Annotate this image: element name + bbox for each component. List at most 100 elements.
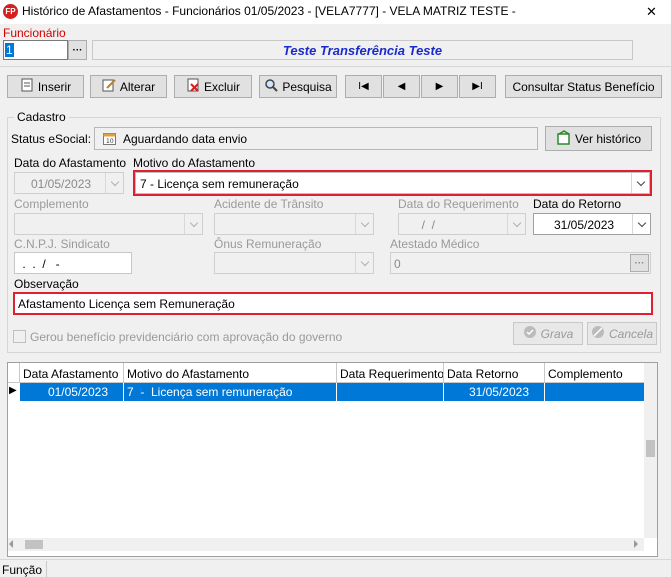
next-record-button[interactable]: ▶ [421, 75, 458, 98]
atestado-label: Atestado Médico [390, 237, 480, 251]
gerou-beneficio-checkbox[interactable] [13, 330, 26, 343]
ver-historico-button[interactable]: Ver histórico [545, 126, 652, 151]
separator-line [0, 66, 671, 67]
cadastro-group-label: Cadastro [14, 110, 69, 124]
cell-complemento [545, 383, 657, 401]
chevron-down-icon [512, 218, 521, 227]
requerimento-label: Data do Requerimento [398, 197, 519, 211]
app-icon: FP [3, 4, 18, 19]
column-header-complemento[interactable]: Complemento [545, 363, 657, 383]
row-indicator: ▶ [9, 385, 17, 396]
motivo-value: 7 - Licença sem remuneração [140, 177, 299, 191]
complemento-dropdown [184, 214, 202, 234]
window-title: Histórico de Afastamentos - Funcionários… [22, 4, 516, 18]
requerimento-value: / / [415, 218, 436, 232]
funcionario-code-field[interactable]: 1 [3, 40, 68, 60]
scroll-right-icon[interactable] [634, 540, 638, 548]
pesquisa-label: Pesquisa [282, 79, 332, 94]
svg-text:10: 10 [106, 138, 114, 145]
column-header-data-afastamento[interactable]: Data Afastamento [20, 363, 124, 383]
consultar-status-button[interactable]: Consultar Status Benefício [505, 75, 662, 98]
check-icon [523, 325, 537, 342]
inserir-button[interactable]: Inserir [7, 75, 84, 98]
alterar-button[interactable]: Alterar [90, 75, 167, 98]
prev-record-button[interactable]: ◀ [383, 75, 420, 98]
onus-dropdown [355, 253, 373, 273]
onus-select [214, 252, 374, 274]
last-record-button[interactable]: ▶I [459, 75, 496, 98]
title-bar: FP Histórico de Afastamentos - Funcionár… [0, 0, 671, 24]
status-bar: Função [0, 559, 671, 577]
funcionario-name-panel: Teste Transferência Teste [92, 40, 633, 60]
retorno-dropdown-button[interactable] [632, 214, 650, 234]
cell-data-requerimento [337, 383, 444, 401]
grava-button[interactable]: Grava [513, 322, 583, 345]
complemento-label: Complemento [14, 197, 89, 211]
complemento-select [14, 213, 203, 235]
column-header-data-retorno[interactable]: Data Retorno [444, 363, 545, 383]
status-esocial-value: Aguardando data envio [123, 132, 248, 146]
gerou-beneficio-label: Gerou benefício previdenciário com aprov… [30, 330, 343, 344]
cnpj-value: . . / - [19, 257, 60, 271]
atestado-field: 0 ··· [390, 252, 651, 274]
motivo-label: Motivo do Afastamento [133, 156, 256, 170]
vertical-scrollbar-thumb[interactable] [646, 440, 655, 457]
onus-label: Ônus Remuneração [214, 237, 322, 251]
horizontal-scrollbar[interactable] [8, 538, 644, 551]
cancela-label: Cancela [608, 326, 654, 341]
first-record-button[interactable]: I◀ [345, 75, 382, 98]
cell-motivo: 7 - Licença sem remuneração [124, 383, 337, 401]
delete-icon [186, 78, 200, 95]
requerimento-field: / / [398, 213, 526, 235]
excluir-label: Excluir [203, 79, 240, 94]
data-afastamento-value: 01/05/2023 [31, 177, 92, 191]
retorno-field[interactable]: 31/05/2023 [533, 213, 651, 235]
requerimento-dropdown [507, 214, 525, 234]
cnpj-label: C.N.P.J. Sindicato [14, 237, 110, 251]
table-row[interactable]: ▶ 01/05/2023 7 - Licença sem remuneração… [8, 383, 657, 401]
acidente-dropdown [355, 214, 373, 234]
cadastro-group [7, 117, 661, 353]
alterar-label: Alterar [119, 79, 156, 94]
cnpj-field[interactable]: . . / - [14, 252, 132, 274]
cell-data-retorno: 31/05/2023 [444, 383, 545, 401]
observacao-field[interactable]: Afastamento Licença sem Remuneração [13, 292, 653, 315]
excluir-button[interactable]: Excluir [174, 75, 252, 98]
funcionario-name: Teste Transferência Teste [282, 43, 443, 58]
close-icon[interactable]: ✕ [646, 4, 657, 20]
history-icon [556, 129, 571, 148]
funcionario-label: Funcionário [3, 26, 66, 40]
horizontal-scrollbar-thumb[interactable] [25, 540, 43, 549]
column-header-motivo[interactable]: Motivo do Afastamento [124, 363, 337, 383]
funcionario-code-value: 1 [5, 43, 14, 57]
afastamentos-grid[interactable]: Data Afastamento Motivo do Afastamento D… [7, 362, 658, 557]
vertical-scrollbar[interactable] [644, 363, 657, 538]
scroll-left-icon[interactable] [9, 540, 13, 548]
data-afastamento-label: Data do Afastamento [14, 156, 127, 170]
ver-historico-label: Ver histórico [574, 131, 642, 146]
motivo-select[interactable]: 7 - Licença sem remuneração [135, 172, 650, 194]
acidente-label: Acidente de Trânsito [214, 197, 324, 211]
pesquisa-button[interactable]: Pesquisa [259, 75, 337, 98]
retorno-value: 31/05/2023 [554, 218, 615, 232]
retorno-label: Data do Retorno [533, 197, 622, 211]
observacao-value: Afastamento Licença sem Remuneração [18, 297, 235, 311]
cell-data-afastamento: 01/05/2023 [20, 383, 124, 401]
column-header-data-requerimento[interactable]: Data Requerimento [337, 363, 444, 383]
inserir-label: Inserir [37, 79, 72, 94]
edit-icon [102, 78, 116, 95]
insert-icon [20, 78, 34, 95]
calendar-icon: 10 [103, 132, 116, 148]
acidente-select [214, 213, 374, 235]
grava-label: Grava [540, 326, 574, 341]
atestado-value: 0 [394, 257, 401, 271]
chevron-down-icon [110, 177, 119, 186]
chevron-down-icon [360, 218, 369, 227]
data-afastamento-dropdown [105, 173, 123, 193]
status-bar-divider [46, 561, 47, 577]
cancela-button[interactable]: Cancela [587, 322, 657, 345]
motivo-dropdown-button[interactable] [631, 173, 649, 193]
cancel-icon [591, 325, 605, 342]
funcionario-lookup-button[interactable]: ··· [68, 40, 87, 60]
grid-header-corner [8, 363, 20, 383]
